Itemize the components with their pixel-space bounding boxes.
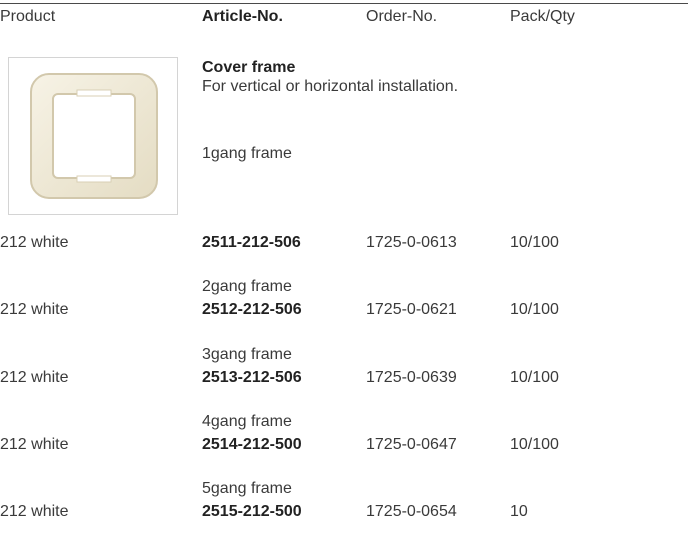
intro-title: Cover frame xyxy=(202,59,296,76)
row-article: 2515-212-500 xyxy=(202,503,302,520)
row-pack: 10/100 xyxy=(510,369,559,386)
row-order: 1725-0-0639 xyxy=(366,369,457,386)
group-label: 5gang frame xyxy=(202,480,292,497)
intro-description: For vertical or horizontal installation. xyxy=(202,78,459,95)
header-product: Product xyxy=(0,8,56,25)
group-label: 1gang frame xyxy=(202,145,292,162)
row-order: 1725-0-0647 xyxy=(366,436,457,453)
row-product: 212 white xyxy=(0,503,69,520)
row-pack: 10 xyxy=(510,503,528,520)
row-product: 212 white xyxy=(0,301,69,318)
row-pack: 10/100 xyxy=(510,301,559,318)
cover-frame-image xyxy=(8,57,178,215)
row-pack: 10/100 xyxy=(510,436,559,453)
cover-frame-icon xyxy=(30,73,158,199)
row-article: 2511-212-506 xyxy=(202,234,301,251)
row-order: 1725-0-0621 xyxy=(366,301,457,318)
row-product: 212 white xyxy=(0,369,69,386)
group-label: 2gang frame xyxy=(202,278,292,295)
row-product: 212 white xyxy=(0,234,69,251)
row-article: 2512-212-506 xyxy=(202,301,302,318)
group-label: 4gang frame xyxy=(202,413,292,430)
row-article: 2513-212-506 xyxy=(202,369,302,386)
row-order: 1725-0-0613 xyxy=(366,234,457,251)
row-pack: 10/100 xyxy=(510,234,559,251)
header-pack: Pack/Qty xyxy=(510,8,575,25)
top-rule xyxy=(0,3,688,4)
row-order: 1725-0-0654 xyxy=(366,503,457,520)
header-order: Order-No. xyxy=(366,8,438,25)
row-product: 212 white xyxy=(0,436,69,453)
header-article: Article-No. xyxy=(202,8,283,25)
row-article: 2514-212-500 xyxy=(202,436,302,453)
group-label: 3gang frame xyxy=(202,346,292,363)
